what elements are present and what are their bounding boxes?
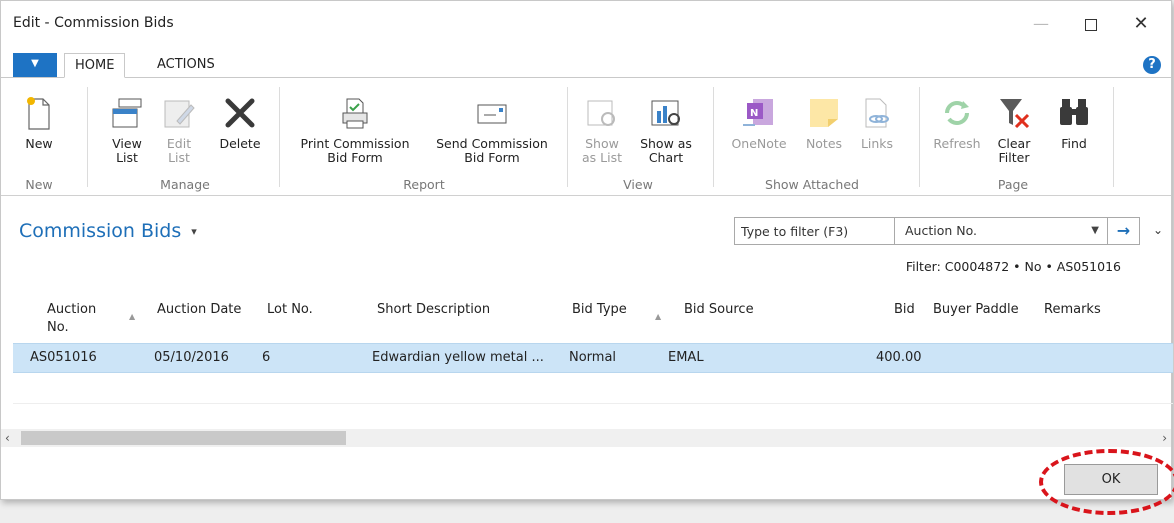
tab-actions[interactable]: ACTIONS [147,53,225,78]
app-menu-button[interactable]: ▼ [13,53,57,77]
maximize-icon [1085,18,1097,31]
maximize-button[interactable] [1073,9,1109,39]
cell-bid-source[interactable]: EMAL [668,350,704,365]
filter-field-select[interactable]: Auction No. [905,218,977,244]
links-button[interactable]: Links [857,83,897,151]
clear-filter-button[interactable]: Clear Filter [991,83,1037,165]
filter-input[interactable] [735,218,895,244]
group-divider [567,87,568,187]
cell-lot-no[interactable]: 6 [262,350,270,365]
column-header-bid-source[interactable]: Bid Source [684,301,754,319]
cell-auction-no[interactable]: AS051016 [30,350,97,365]
sort-ascending-icon: ▲ [129,312,136,321]
ribbon: New New View List Edit List Delete Manag… [1,79,1171,196]
group-divider [87,87,88,187]
column-header-bid-type[interactable]: Bid Type [572,301,627,319]
clear-filter-icon [991,83,1037,131]
filter-summary: Filter: C0004872 • No • AS051016 [905,259,1121,274]
group-label-show-attached: Show Attached [765,177,859,192]
empty-row[interactable] [13,374,1173,404]
group-label-new: New [25,177,53,192]
scroll-right-icon[interactable]: › [1162,429,1167,447]
tab-home[interactable]: HOME [64,53,126,78]
sticky-note-icon [801,83,847,131]
collapse-chevron-icon[interactable]: ⌄ [1153,223,1163,237]
cell-auction-date[interactable]: 05/10/2016 [154,350,229,365]
group-label-manage: Manage [160,177,210,192]
group-label-page: Page [997,177,1029,192]
window-title: Edit - Commission Bids [13,15,174,31]
column-header-lot-no[interactable]: Lot No. [267,301,313,319]
chevron-down-icon[interactable]: ▼ [1091,218,1099,244]
apply-filter-arrow-icon[interactable]: → [1107,218,1139,244]
minimize-button[interactable]: — [1023,9,1059,39]
group-label-view: View [623,177,653,192]
column-header-auction-no[interactable]: Auction No. [47,301,96,337]
find-button[interactable]: Find [1051,83,1097,151]
group-divider [1113,87,1114,187]
table-row[interactable]: AS051016 05/10/2016 6 Edwardian yellow m… [13,343,1173,373]
edit-list-icon [159,83,199,131]
svg-text:N: N [750,108,758,119]
column-header-remarks[interactable]: Remarks [1044,301,1101,319]
ok-button[interactable]: OK [1064,464,1158,495]
column-header-short-description[interactable]: Short Description [377,301,490,319]
cell-short-description[interactable]: Edwardian yellow metal ... [372,350,544,365]
cell-bid-type[interactable]: Normal [569,350,616,365]
group-label-report: Report [403,177,445,192]
scroll-left-icon[interactable]: ‹ [5,429,10,447]
column-header-bid[interactable]: Bid [894,301,915,319]
view-list-icon [103,83,151,131]
list-view-icon [579,83,625,131]
binoculars-icon [1051,83,1097,131]
printer-icon [289,83,421,131]
edit-list-button[interactable]: Edit List [159,83,199,165]
show-as-chart-button[interactable]: Show as Chart [635,83,697,165]
help-icon[interactable]: ? [1143,56,1161,74]
delete-button[interactable]: Delete [213,83,267,151]
refresh-button[interactable]: Refresh [929,83,985,151]
close-button[interactable]: ✕ [1123,9,1159,39]
column-header-buyer-paddle[interactable]: Buyer Paddle [933,301,1019,319]
page-title[interactable]: Commission Bids ▾ [19,220,197,242]
refresh-icon [929,83,985,131]
notes-button[interactable]: Notes [801,83,847,151]
sort-ascending-icon: ▲ [655,312,662,321]
scrollbar-thumb[interactable] [21,431,346,445]
envelope-icon [425,83,559,131]
cell-bid[interactable]: 400.00 [876,350,922,365]
title-dropdown-icon[interactable]: ▾ [191,225,197,238]
new-document-icon [19,83,59,131]
show-as-list-button[interactable]: Show as List [579,83,625,165]
onenote-icon: N [727,83,791,131]
title-bar: Edit - Commission Bids — ✕ [1,1,1171,47]
commission-bids-window: Edit - Commission Bids — ✕ ▼ HOME ACTION… [0,0,1174,515]
view-list-button[interactable]: View List [103,83,151,165]
group-divider [919,87,920,187]
group-divider [713,87,714,187]
filter-bar: Auction No. ▼ → [734,217,1140,245]
print-commission-bid-form-button[interactable]: Print Commission Bid Form [289,83,421,165]
delete-x-icon [213,83,267,131]
new-button[interactable]: New [19,83,59,151]
onenote-button[interactable]: N OneNote [727,83,791,151]
horizontal-scrollbar[interactable]: ‹ › [1,429,1171,447]
chart-icon [635,83,697,131]
group-divider [279,87,280,187]
link-icon [857,83,897,131]
ribbon-tabs: ▼ HOME ACTIONS ? [1,53,1171,78]
send-commission-bid-form-button[interactable]: Send Commission Bid Form [425,83,559,165]
column-header-auction-date[interactable]: Auction Date [157,301,241,319]
